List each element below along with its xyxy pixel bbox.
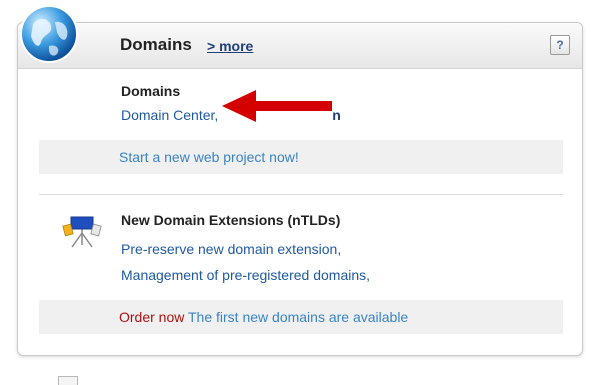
partial-icon (58, 376, 78, 385)
section-divider (39, 194, 563, 195)
domain-center-link[interactable]: Domain Center, (121, 107, 218, 123)
first-domains-link[interactable]: The first new domains are available (188, 309, 408, 325)
domains-cta-strip: Start a new web project now! (39, 140, 563, 174)
panel-header: Domains > more ? (18, 23, 582, 69)
more-link[interactable]: > more (207, 38, 253, 54)
domains-panel: Domains > more ? Domains Domain Center, n… (17, 22, 583, 356)
order-line: Order now The first new domains are avai… (119, 309, 408, 325)
ntlds-section-title: New Domain Extensions (nTLDs) (121, 212, 341, 228)
panel-title: Domains (120, 35, 192, 54)
domains-section-title: Domains (121, 83, 181, 99)
start-project-link[interactable]: Start a new web project now! (119, 149, 299, 165)
pre-reserve-link[interactable]: Pre-reserve new domain extension, (121, 241, 341, 257)
manage-preregistered-link[interactable]: Management of pre-registered domains, (121, 267, 370, 283)
order-now-link[interactable]: Order now (119, 309, 184, 325)
help-button[interactable]: ? (550, 35, 570, 55)
globe-icon (20, 5, 78, 63)
ntlds-cta-strip: Order now The first new domains are avai… (39, 300, 563, 334)
red-arrow-annotation (222, 90, 332, 122)
flags-icon (62, 216, 102, 248)
